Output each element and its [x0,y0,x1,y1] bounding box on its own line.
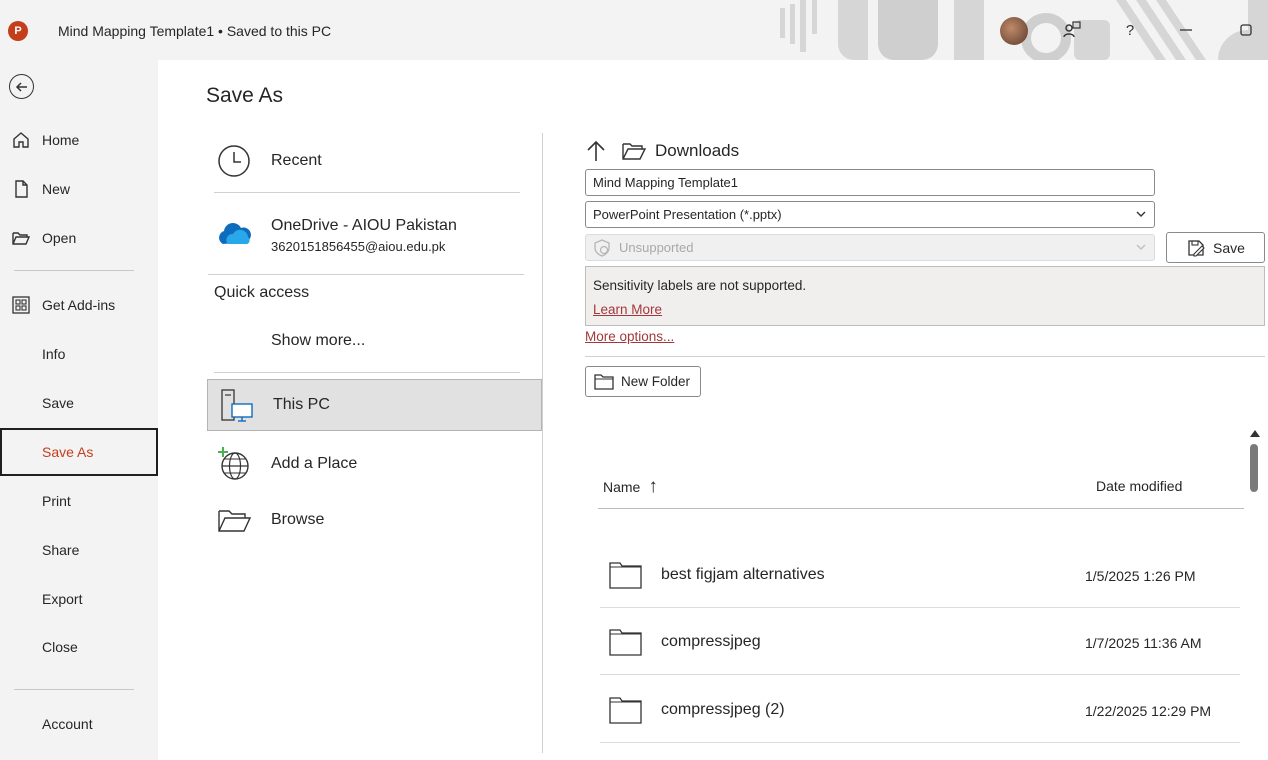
nav-share[interactable]: Share [0,527,158,573]
chevron-down-icon [1136,211,1146,217]
file-row[interactable]: compressjpeg (2) 1/22/2025 12:29 PM [600,676,1240,743]
places-separator [214,372,520,373]
home-icon [13,132,29,148]
nav-open[interactable]: Open [0,215,158,261]
place-this-pc[interactable]: This PC [207,379,542,431]
nav-account[interactable]: Account [0,701,158,747]
nav-close[interactable]: Close [0,624,158,670]
file-row[interactable]: compressjpeg 1/7/2025 11:36 AM [600,608,1240,675]
help-icon[interactable]: ? [1118,18,1142,42]
clock-icon [218,145,250,177]
nav-print[interactable]: Print [0,478,158,524]
save-icon [1188,239,1205,257]
open-folder-icon [12,232,31,245]
file-name: compressjpeg (2) [661,701,785,718]
learn-more-link[interactable]: Learn More [593,302,662,317]
folder-open-icon [622,143,647,160]
coauthor-icon[interactable] [1060,18,1084,42]
minimize-icon[interactable] [1174,18,1198,42]
add-ins-icon [12,296,30,314]
file-name-input[interactable]: Mind Mapping Template1 [585,169,1155,196]
scroll-up-icon[interactable] [1250,430,1260,437]
file-list-scrollbar[interactable] [1246,426,1262,756]
more-options-link[interactable]: More options... [585,329,674,344]
onedrive-cloud-icon [219,223,251,244]
title-bar: P Mind Mapping Template1 • Saved to this… [0,0,1268,60]
nav-new[interactable]: New [0,166,158,212]
powerpoint-logo-icon: P [8,21,28,41]
file-name: compressjpeg [661,633,761,650]
scroll-thumb[interactable] [1250,444,1258,492]
nav-export[interactable]: Export [0,576,158,622]
save-button[interactable]: Save [1166,232,1265,263]
file-date: 1/7/2025 11:36 AM [1085,635,1202,651]
header-separator [598,508,1244,509]
place-add-a-place[interactable]: Add a Place [206,442,542,486]
nav-home[interactable]: Home [0,117,158,163]
places-separator [208,274,524,275]
column-header-date[interactable]: Date modified [1096,478,1182,494]
up-arrow-icon[interactable] [585,139,607,163]
sensitivity-notice: Sensitivity labels are not supported. Le… [585,266,1265,326]
place-recent[interactable]: Recent [206,138,542,184]
column-header-name[interactable]: Name ↑ [603,476,658,498]
file-name: best figjam alternatives [661,566,825,583]
places-separator [214,192,520,193]
computer-icon [221,389,253,422]
file-type-select[interactable]: PowerPoint Presentation (*.pptx) [585,201,1155,228]
globe-add-icon [218,447,249,480]
browse-folder-icon [218,510,252,532]
place-onedrive[interactable]: OneDrive - AIOU Pakistan 3620151856455@a… [206,208,542,260]
place-browse[interactable]: Browse [206,498,542,542]
backstage-nav: Home New Open Get Add-ins Info Save Save… [0,60,158,760]
maximize-icon[interactable] [1234,18,1258,42]
nav-save-as[interactable]: Save As [0,428,158,476]
new-folder-icon [594,373,614,390]
new-document-icon [15,180,28,198]
nav-get-add-ins[interactable]: Get Add-ins [0,282,158,328]
folder-icon [609,562,642,589]
new-folder-button[interactable]: New Folder [585,366,701,397]
panel-divider [542,133,543,753]
quick-access-heading: Quick access [214,284,310,301]
sensitivity-shield-icon [594,238,610,257]
window-title: Mind Mapping Template1 • Saved to this P… [58,23,332,39]
chevron-down-icon [1136,244,1146,250]
page-title: Save As [206,84,284,107]
back-arrow-icon[interactable] [9,74,34,99]
folder-icon [609,697,642,724]
sensitivity-select: Unsupported [585,234,1155,261]
file-row[interactable]: best figjam alternatives 1/5/2025 1:26 P… [600,541,1240,608]
user-avatar[interactable] [1000,17,1028,45]
path-row: Downloads [585,138,739,164]
folder-icon [609,629,642,656]
nav-info[interactable]: Info [0,331,158,377]
file-date: 1/22/2025 12:29 PM [1085,703,1212,719]
panel-separator [585,356,1265,357]
current-folder[interactable]: Downloads [655,141,739,161]
sort-ascending-icon: ↑ [648,476,658,497]
nav-separator [14,689,134,690]
file-date: 1/5/2025 1:26 PM [1085,568,1196,584]
nav-save[interactable]: Save [0,380,158,426]
show-more-link[interactable]: Show more... [271,332,365,350]
nav-separator [14,270,134,271]
